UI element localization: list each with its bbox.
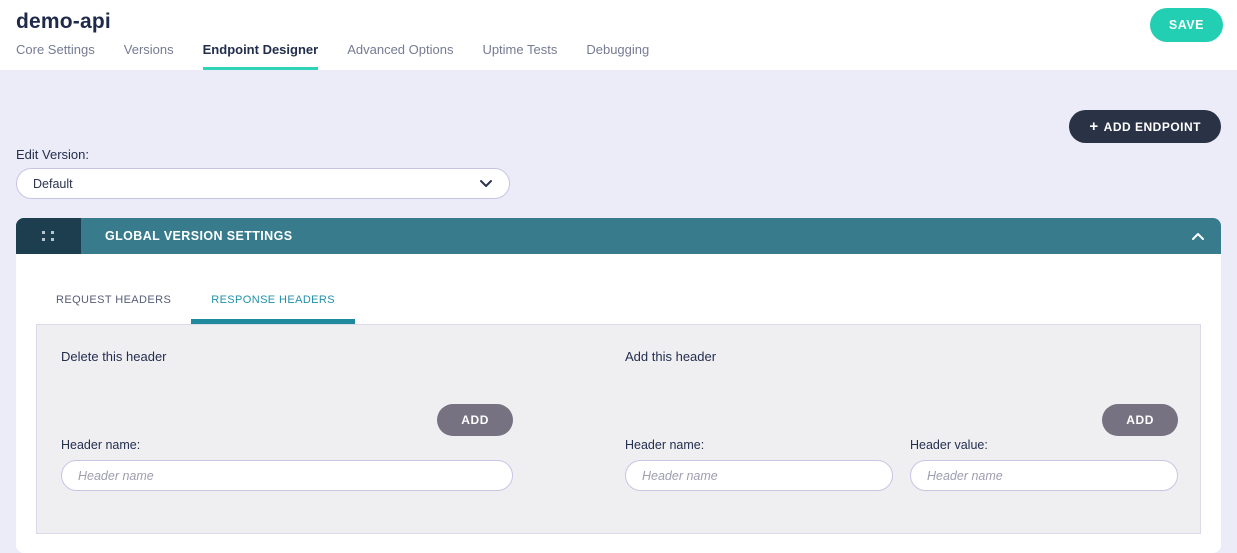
delete-section-title: Delete this header — [61, 349, 167, 364]
add-header-value-field: Header value: — [910, 436, 1178, 491]
global-version-settings-bar: GLOBAL VERSION SETTINGS — [16, 218, 1221, 254]
plus-icon: + — [1089, 118, 1099, 135]
add-header-name-label: Header name: — [625, 438, 705, 452]
card-body: REQUEST HEADERS RESPONSE HEADERS Delete … — [16, 254, 1221, 553]
add-add-button[interactable]: ADD — [1102, 404, 1178, 436]
add-header-value-input[interactable] — [910, 460, 1178, 491]
page-title: demo-api — [16, 10, 111, 33]
add-endpoint-label: ADD ENDPOINT — [1103, 119, 1201, 134]
chevron-down-icon — [480, 180, 492, 187]
version-select[interactable]: Default — [16, 168, 510, 199]
add-section-title: Add this header — [625, 349, 717, 364]
global-version-settings-card: GLOBAL VERSION SETTINGS REQUEST HEADERS … — [16, 218, 1221, 553]
title-row: demo-api — [16, 0, 1221, 34]
endpoint-toolbar: + ADD ENDPOINT — [16, 70, 1221, 143]
page-header: demo-api SAVE Core Settings Versions End… — [0, 0, 1237, 70]
main-content: + ADD ENDPOINT Edit Version: Default GLO… — [0, 70, 1237, 553]
add-header-name-field: Header name: — [625, 436, 893, 491]
header-tabs: REQUEST HEADERS RESPONSE HEADERS — [36, 294, 1201, 324]
collapse-button[interactable] — [1191, 232, 1205, 241]
add-endpoint-button[interactable]: + ADD ENDPOINT — [1069, 110, 1221, 143]
tab-request-headers[interactable]: REQUEST HEADERS — [36, 294, 191, 324]
delete-header-name-label: Header name: — [61, 438, 141, 452]
drag-dots-icon — [42, 230, 55, 242]
tab-response-headers[interactable]: RESPONSE HEADERS — [191, 294, 355, 324]
drag-handle[interactable] — [16, 218, 81, 254]
main-tabs: Core Settings Versions Endpoint Designer… — [16, 42, 649, 70]
delete-add-button[interactable]: ADD — [437, 404, 513, 436]
add-header-section: Add this header ADD Header name: Header … — [625, 349, 1178, 491]
tab-advanced-options[interactable]: Advanced Options — [347, 42, 453, 70]
version-select-value: Default — [33, 176, 73, 191]
tab-versions[interactable]: Versions — [124, 42, 174, 70]
tab-endpoint-designer[interactable]: Endpoint Designer — [202, 42, 319, 70]
tab-debugging[interactable]: Debugging — [586, 42, 649, 70]
add-header-value-label: Header value: — [910, 438, 988, 452]
version-block: Edit Version: Default — [16, 147, 1221, 199]
add-header-name-input[interactable] — [625, 460, 893, 491]
save-button[interactable]: SAVE — [1149, 8, 1223, 42]
card-title: GLOBAL VERSION SETTINGS — [105, 229, 293, 243]
edit-version-label: Edit Version: — [16, 147, 89, 162]
delete-header-section: Delete this header ADD Header name: — [61, 349, 513, 491]
delete-header-name-input[interactable] — [61, 460, 513, 491]
tab-core-settings[interactable]: Core Settings — [16, 42, 95, 70]
tab-uptime-tests[interactable]: Uptime Tests — [482, 42, 557, 70]
add-header-fields: Header name: Header value: — [625, 436, 1178, 491]
chevron-up-icon — [1192, 232, 1204, 240]
response-headers-panel: Delete this header ADD Header name: Add … — [36, 324, 1201, 534]
